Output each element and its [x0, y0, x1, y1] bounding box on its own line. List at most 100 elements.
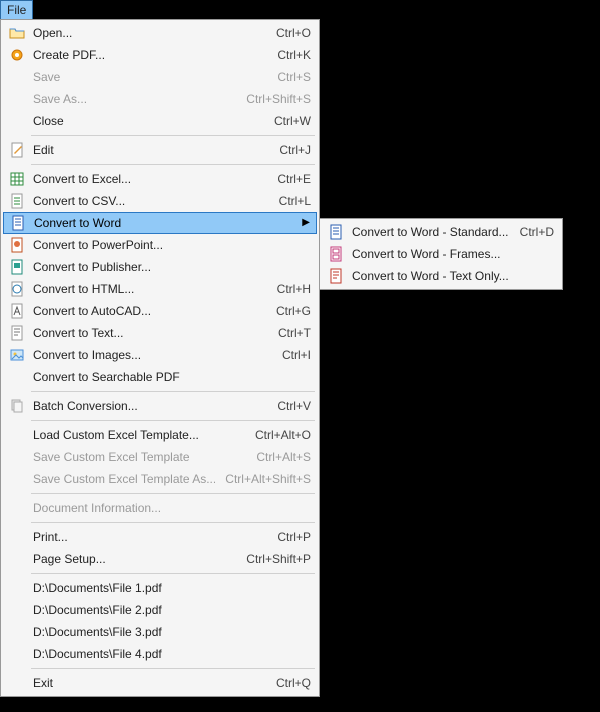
menu-separator [31, 573, 315, 574]
blank-icon [5, 672, 29, 694]
menu-item-label: Batch Conversion... [29, 399, 267, 413]
menu-convert-autocad[interactable]: Convert to AutoCAD... Ctrl+G [3, 300, 317, 322]
menu-item-shortcut: Ctrl+Q [266, 676, 311, 690]
menu-separator [31, 391, 315, 392]
menu-item-label: Convert to Word - Standard... [348, 225, 510, 239]
csv-icon [5, 190, 29, 212]
blank-icon [5, 468, 29, 490]
menu-page-setup[interactable]: Page Setup... Ctrl+Shift+P [3, 548, 317, 570]
menu-item-label: Close [29, 114, 264, 128]
word-icon [324, 221, 348, 243]
menu-batch[interactable]: Batch Conversion... Ctrl+V [3, 395, 317, 417]
menu-create-pdf[interactable]: Create PDF... Ctrl+K [3, 44, 317, 66]
menu-item-shortcut: Ctrl+G [266, 304, 311, 318]
blank-icon [5, 643, 29, 665]
menu-item-label: Save Custom Excel Template [29, 450, 246, 464]
menu-convert-powerpoint[interactable]: Convert to PowerPoint... [3, 234, 317, 256]
menu-item-label: Convert to Word - Text Only... [348, 269, 554, 283]
menu-item-shortcut: Ctrl+Shift+S [236, 92, 311, 106]
menu-convert-html[interactable]: Convert to HTML... Ctrl+H [3, 278, 317, 300]
menu-recent-2[interactable]: D:\Documents\File 2.pdf [3, 599, 317, 621]
powerpoint-icon [5, 234, 29, 256]
blank-icon [5, 446, 29, 468]
menu-edit[interactable]: Edit Ctrl+J [3, 139, 317, 161]
menu-item-shortcut: Ctrl+P [267, 530, 311, 544]
menu-open[interactable]: Open... Ctrl+O [3, 22, 317, 44]
menu-item-shortcut: Ctrl+S [267, 70, 311, 84]
menu-save-template-as: Save Custom Excel Template As... Ctrl+Al… [3, 468, 317, 490]
menu-item-shortcut: Ctrl+J [269, 143, 311, 157]
menu-item-label: Convert to PowerPoint... [29, 238, 311, 252]
menu-separator [31, 493, 315, 494]
menu-save: Save Ctrl+S [3, 66, 317, 88]
menu-convert-csv[interactable]: Convert to CSV... Ctrl+L [3, 190, 317, 212]
blank-icon [5, 577, 29, 599]
menu-item-shortcut: Ctrl+W [264, 114, 311, 128]
menu-recent-1[interactable]: D:\Documents\File 1.pdf [3, 577, 317, 599]
menu-item-label: Create PDF... [29, 48, 267, 62]
file-menu: Open... Ctrl+O Create PDF... Ctrl+K Save… [0, 19, 320, 697]
menu-item-label: Convert to Searchable PDF [29, 370, 311, 384]
menu-item-shortcut: Ctrl+Shift+P [236, 552, 311, 566]
blank-icon [5, 88, 29, 110]
menu-item-shortcut: Ctrl+V [267, 399, 311, 413]
menu-print[interactable]: Print... Ctrl+P [3, 526, 317, 548]
menu-convert-text[interactable]: Convert to Text... Ctrl+T [3, 322, 317, 344]
menu-recent-3[interactable]: D:\Documents\File 3.pdf [3, 621, 317, 643]
blank-icon [5, 424, 29, 446]
blank-icon [5, 621, 29, 643]
word-icon [6, 212, 30, 234]
publisher-icon [5, 256, 29, 278]
menu-close[interactable]: Close Ctrl+W [3, 110, 317, 132]
menu-item-shortcut: Ctrl+H [267, 282, 311, 296]
menu-item-label: Load Custom Excel Template... [29, 428, 245, 442]
menu-item-label: Convert to Word - Frames... [348, 247, 554, 261]
menu-item-label: D:\Documents\File 2.pdf [29, 603, 311, 617]
menu-recent-4[interactable]: D:\Documents\File 4.pdf [3, 643, 317, 665]
menu-convert-excel[interactable]: Convert to Excel... Ctrl+E [3, 168, 317, 190]
menu-item-label: Print... [29, 530, 267, 544]
menu-separator [31, 420, 315, 421]
menu-item-shortcut: Ctrl+Alt+S [246, 450, 311, 464]
menu-item-label: Open... [29, 26, 266, 40]
image-icon [5, 344, 29, 366]
menu-item-shortcut: Ctrl+I [272, 348, 311, 362]
menu-convert-images[interactable]: Convert to Images... Ctrl+I [3, 344, 317, 366]
menubar: File [0, 0, 33, 20]
menu-item-label: D:\Documents\File 1.pdf [29, 581, 311, 595]
menu-doc-info: Document Information... [3, 497, 317, 519]
menu-convert-publisher[interactable]: Convert to Publisher... [3, 256, 317, 278]
batch-icon [5, 395, 29, 417]
menu-convert-searchable[interactable]: Convert to Searchable PDF [3, 366, 317, 388]
menu-item-label: Save [29, 70, 267, 84]
submenu-word-frames[interactable]: Convert to Word - Frames... [322, 243, 560, 265]
menu-save-template: Save Custom Excel Template Ctrl+Alt+S [3, 446, 317, 468]
blank-icon [5, 599, 29, 621]
menu-item-label: Page Setup... [29, 552, 236, 566]
submenu-word-text-only[interactable]: Convert to Word - Text Only... [322, 265, 560, 287]
menu-separator [31, 522, 315, 523]
menu-item-shortcut: Ctrl+T [268, 326, 311, 340]
menubar-file-label: File [7, 3, 26, 17]
menu-exit[interactable]: Exit Ctrl+Q [3, 672, 317, 694]
menu-convert-word[interactable]: Convert to Word ▶ [3, 212, 317, 234]
folder-open-icon [5, 22, 29, 44]
menu-item-label: Convert to Text... [29, 326, 268, 340]
menu-item-label: Convert to CSV... [29, 194, 269, 208]
word-frames-icon [324, 243, 348, 265]
text-icon [5, 322, 29, 344]
menu-item-label: Convert to Publisher... [29, 260, 311, 274]
menu-save-as: Save As... Ctrl+Shift+S [3, 88, 317, 110]
submenu-word-standard[interactable]: Convert to Word - Standard... Ctrl+D [322, 221, 560, 243]
submenu-arrow-icon: ▶ [300, 218, 310, 228]
menu-separator [31, 164, 315, 165]
menu-load-template[interactable]: Load Custom Excel Template... Ctrl+Alt+O [3, 424, 317, 446]
blank-icon [5, 497, 29, 519]
menu-item-shortcut: Ctrl+D [510, 225, 554, 239]
autocad-icon [5, 300, 29, 322]
menubar-file[interactable]: File [0, 0, 33, 20]
menu-item-shortcut: Ctrl+L [269, 194, 311, 208]
menu-item-shortcut: Ctrl+K [267, 48, 311, 62]
html-icon [5, 278, 29, 300]
menu-item-label: Convert to Word [30, 216, 300, 230]
